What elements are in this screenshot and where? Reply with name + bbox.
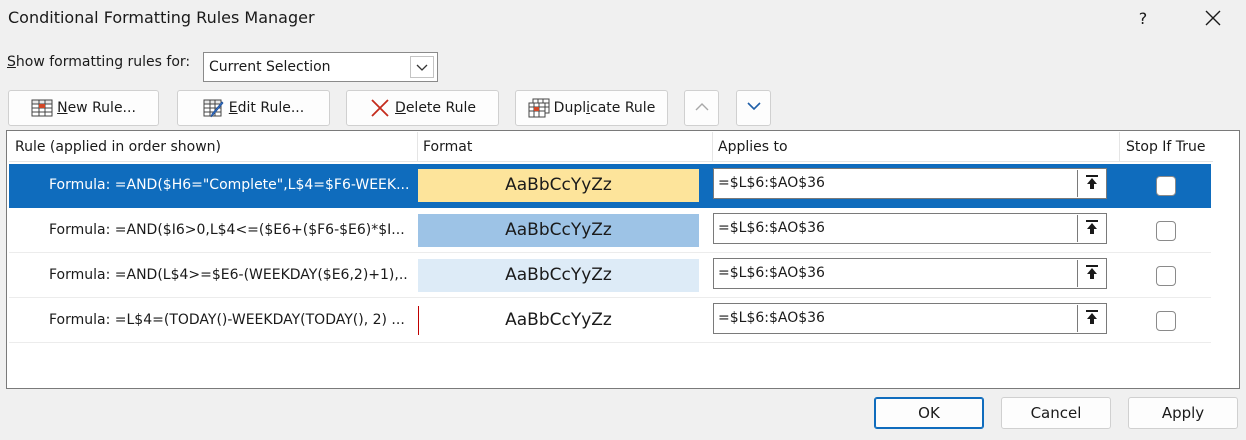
table-row[interactable]: Formula: =AND($H6="Complete",L$4=$F6-WEE…	[9, 164, 1211, 208]
show-rules-dropdown[interactable]: Current Selection	[203, 52, 438, 82]
collapse-dialog-button[interactable]	[1077, 260, 1105, 287]
applies-to-field[interactable]: =$L$6:$AO$36	[713, 258, 1107, 289]
rule-formula: Formula: =AND($I6>0,L$4<=($E6+($F6-$E6)*…	[49, 222, 405, 238]
format-preview: AaBbCcYyZz	[418, 214, 699, 247]
duplicate-rule-icon	[528, 98, 550, 118]
move-down-button[interactable]	[736, 90, 771, 126]
stop-if-true-checkbox[interactable]	[1156, 221, 1176, 241]
rule-formula: Formula: =AND(L$4>=$E6-(WEEKDAY($E6,2)+1…	[49, 267, 409, 283]
format-preview: AaBbCcYyZz	[418, 259, 699, 292]
duplicate-rule-text-post: cate Rule	[590, 100, 656, 116]
applies-to-value: =$L$6:$AO$36	[718, 310, 825, 326]
header-rule: Rule (applied in order shown)	[15, 139, 221, 155]
delete-rule-text: elete Rule	[405, 100, 476, 116]
show-rules-label-accel: S	[7, 54, 16, 70]
show-rules-label-text: how formatting rules for:	[15, 54, 191, 70]
edit-rule-button[interactable]: Edit Rule...	[177, 90, 330, 126]
collapse-icon	[1085, 265, 1098, 279]
chevron-down-icon	[746, 102, 761, 111]
title-bar: Conditional Formatting Rules Manager ?	[0, 0, 1246, 38]
delete-rule-button[interactable]: Delete Rule	[346, 90, 499, 126]
duplicate-rule-button[interactable]: Duplicate Rule	[515, 90, 668, 126]
new-rule-label: New Rule...	[57, 100, 136, 116]
header-divider[interactable]	[417, 132, 418, 162]
collapse-icon	[1085, 220, 1098, 234]
new-rule-icon	[31, 98, 53, 118]
dropdown-toggle[interactable]	[410, 56, 434, 78]
collapse-dialog-button[interactable]	[1077, 170, 1105, 197]
window-title: Conditional Formatting Rules Manager	[8, 8, 315, 27]
delete-rule-label: Delete Rule	[395, 100, 476, 116]
applies-to-field[interactable]: =$L$6:$AO$36	[713, 303, 1107, 334]
applies-to-field[interactable]: =$L$6:$AO$36	[713, 213, 1107, 244]
new-rule-accel: N	[57, 100, 68, 116]
table-row[interactable]: Formula: =AND(L$4>=$E6-(WEEKDAY($E6,2)+1…	[9, 254, 1211, 298]
duplicate-rule-text-pre: Dupl	[553, 100, 587, 116]
cancel-button[interactable]: Cancel	[1001, 397, 1111, 429]
edit-rule-icon	[203, 98, 225, 118]
table-row[interactable]: Formula: =L$4=(TODAY()-WEEKDAY(TODAY(), …	[9, 299, 1211, 343]
delete-icon	[369, 98, 391, 118]
header-divider[interactable]	[712, 132, 713, 162]
header-format: Format	[423, 139, 473, 155]
stop-if-true-checkbox[interactable]	[1156, 266, 1176, 286]
rule-formula: Formula: =AND($H6="Complete",L$4=$F6-WEE…	[49, 177, 409, 193]
stop-if-true-checkbox[interactable]	[1156, 176, 1176, 196]
new-rule-text: ew Rule...	[67, 100, 136, 116]
format-preview: AaBbCcYyZz	[418, 169, 699, 202]
delete-rule-accel: D	[395, 100, 406, 116]
close-button[interactable]	[1198, 4, 1228, 34]
apply-button[interactable]: Apply	[1128, 397, 1238, 429]
rule-formula: Formula: =L$4=(TODAY()-WEEKDAY(TODAY(), …	[49, 312, 405, 328]
chevron-down-icon	[416, 64, 428, 71]
edit-rule-text: dit Rule...	[237, 100, 305, 116]
rules-table: Rule (applied in order shown) Format App…	[6, 130, 1240, 389]
edit-rule-label: Edit Rule...	[229, 100, 304, 116]
applies-to-value: =$L$6:$AO$36	[718, 220, 825, 236]
new-rule-button[interactable]: New Rule...	[8, 90, 159, 126]
applies-to-value: =$L$6:$AO$36	[718, 175, 825, 191]
collapse-dialog-button[interactable]	[1077, 305, 1105, 332]
move-up-button[interactable]	[684, 90, 719, 126]
duplicate-rule-label: Duplicate Rule	[554, 100, 656, 116]
applies-to-field[interactable]: =$L$6:$AO$36	[713, 168, 1107, 199]
table-row[interactable]: Formula: =AND($I6>0,L$4<=($E6+($F6-$E6)*…	[9, 209, 1211, 253]
help-button[interactable]: ?	[1128, 4, 1158, 34]
show-rules-label: Show formatting rules for:	[7, 54, 190, 70]
ok-button[interactable]: OK	[874, 397, 984, 429]
header-applies-to: Applies to	[718, 139, 788, 155]
edit-rule-accel: E	[228, 100, 238, 116]
show-rules-selected-value: Current Selection	[209, 59, 331, 75]
chevron-up-icon	[695, 103, 708, 111]
header-stop-if-true: Stop If True	[1126, 139, 1206, 155]
close-icon	[1205, 10, 1221, 26]
collapse-icon	[1085, 310, 1098, 324]
applies-to-value: =$L$6:$AO$36	[718, 265, 825, 281]
collapse-icon	[1085, 175, 1098, 189]
format-preview: AaBbCcYyZz	[418, 304, 699, 337]
rules-table-header: Rule (applied in order shown) Format App…	[9, 132, 1213, 162]
stop-if-true-checkbox[interactable]	[1156, 311, 1176, 331]
collapse-dialog-button[interactable]	[1077, 215, 1105, 242]
header-divider[interactable]	[1119, 132, 1120, 162]
